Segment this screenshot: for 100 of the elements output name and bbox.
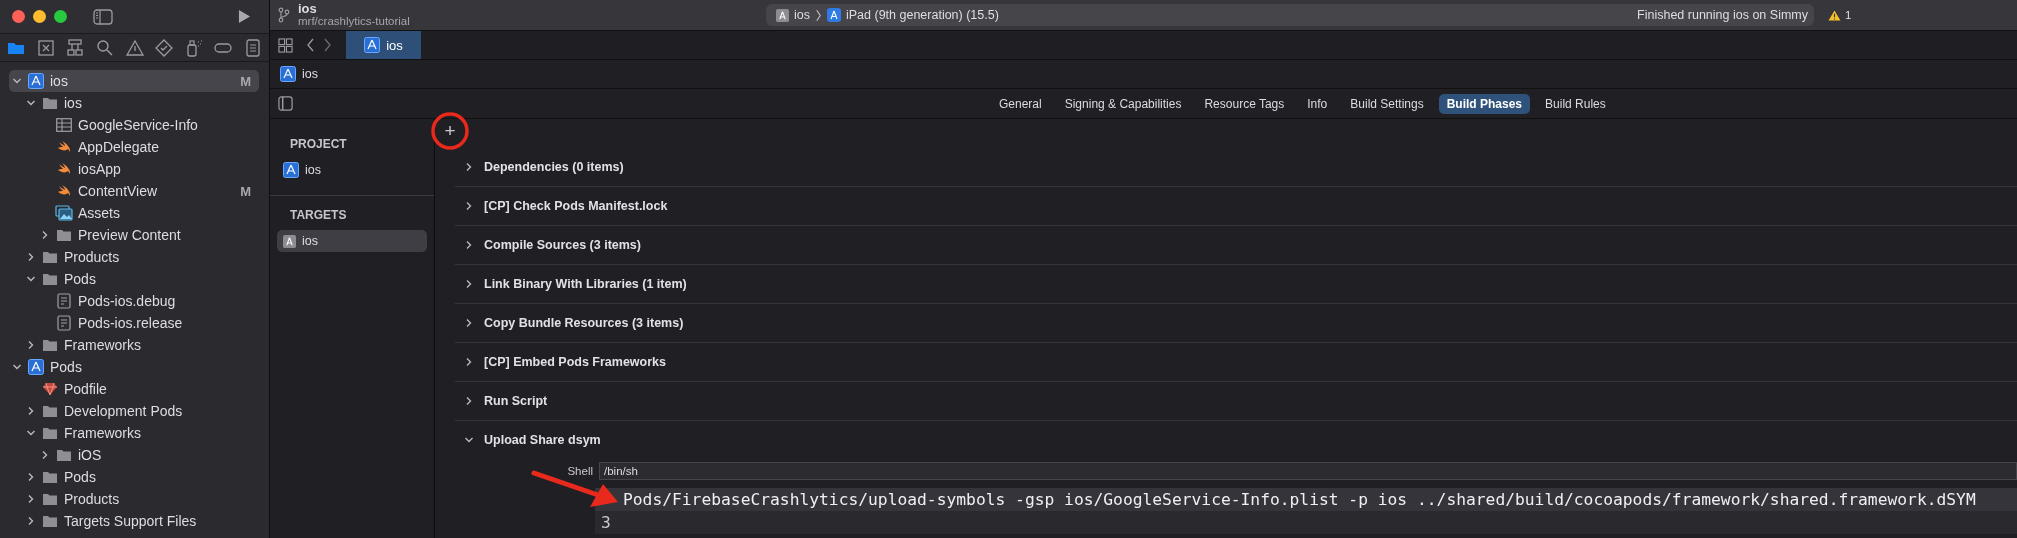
tree-item[interactable]: Assets [9, 202, 259, 224]
tree-item[interactable]: ios [9, 92, 259, 114]
zoom-button[interactable] [54, 10, 67, 23]
settings-tab[interactable]: Info [1299, 93, 1336, 114]
code-line: Pods/FirebaseCrashlytics/upload-symbols -gsp ios/GoogleService-Info.plist -p ios ../shared/build/cocoapods/framework/shared.framework.dSYM [622, 490, 1976, 509]
phase-title: [CP] Check Pods Manifest.lock [484, 199, 668, 213]
item-label: Pods [64, 271, 97, 287]
scheme-bar[interactable]: ios iPad (9th generation) (15.5) Finished running ios on Simmy [766, 4, 1814, 26]
tree-item[interactable]: Targets Support Files [9, 510, 259, 532]
breadcrumb-item[interactable]: ios [302, 67, 318, 81]
tree-item[interactable]: Pods [9, 268, 259, 290]
chevron-right-icon[interactable] [40, 230, 50, 240]
tree-item[interactable]: Pods [9, 356, 259, 378]
chevron-right-icon[interactable] [464, 240, 474, 250]
build-phase-header[interactable]: Copy Bundle Resources (3 items) [455, 304, 2017, 343]
forward-icon[interactable] [323, 38, 331, 52]
list-icon[interactable] [243, 37, 263, 58]
hierarchy-icon[interactable] [65, 37, 86, 58]
chevron-right-icon[interactable] [464, 279, 474, 289]
close-button[interactable] [12, 10, 25, 23]
settings-tab[interactable]: Signing & Capabilities [1056, 93, 1190, 114]
chevron-right-icon[interactable] [40, 450, 50, 460]
chevron-right-icon[interactable] [26, 406, 36, 416]
tree-item[interactable]: Preview Content [9, 224, 259, 246]
tree-item[interactable]: Frameworks [9, 334, 259, 356]
sidebar-toggle-icon[interactable] [278, 96, 293, 111]
minimize-button[interactable] [33, 10, 46, 23]
chevron-right-icon[interactable] [26, 494, 36, 504]
chevron-right-icon[interactable] [464, 318, 474, 328]
build-phase-header[interactable]: Dependencies (0 items) [455, 148, 2017, 187]
target-item[interactable]: ios [277, 159, 427, 181]
scheme-name[interactable]: ios [794, 8, 810, 22]
chevron-right-icon[interactable] [464, 162, 474, 172]
tree-item[interactable]: iOS [9, 444, 259, 466]
folder-icon [42, 338, 58, 352]
tree-item[interactable]: Pods-ios.debug [9, 290, 259, 312]
settings-tab[interactable]: Build Phases [1438, 93, 1531, 114]
item-label: ios [305, 163, 321, 177]
chevron-right-icon[interactable] [464, 396, 474, 406]
add-button[interactable]: + [440, 119, 460, 142]
annotation-circle [431, 112, 469, 150]
item-label: Frameworks [64, 337, 142, 353]
chevron-right-icon[interactable] [26, 340, 36, 350]
chevron-down-icon[interactable] [26, 98, 36, 108]
sidebar-toggle-icon[interactable] [93, 8, 113, 25]
tree-item[interactable]: Pods [9, 466, 259, 488]
chevron-down-icon[interactable] [26, 428, 36, 438]
document-icon [57, 315, 71, 331]
build-phase-header[interactable]: [CP] Embed Pods Frameworks [455, 343, 2017, 382]
back-icon[interactable] [307, 38, 315, 52]
play-icon[interactable] [238, 9, 251, 24]
build-phase-header[interactable]: Link Binary With Libraries (1 item) [455, 265, 2017, 304]
section-heading: TARGETS [289, 208, 348, 222]
chevron-down-icon[interactable] [464, 435, 474, 445]
search-icon[interactable] [94, 37, 115, 58]
item-label: Pods [50, 359, 83, 375]
destination-name[interactable]: iPad (9th generation) (15.5) [846, 8, 999, 22]
folder-icon [42, 250, 58, 264]
build-phase-header[interactable]: [CP] Check Pods Manifest.lock [455, 187, 2017, 226]
settings-tab[interactable]: Build Settings [1342, 93, 1432, 114]
tree-item[interactable]: GoogleService-Info [9, 114, 259, 136]
chevron-right-icon[interactable] [26, 516, 36, 526]
settings-tab[interactable]: General [991, 93, 1050, 114]
shell-field[interactable]: /bin/sh [599, 462, 2017, 480]
settings-tab[interactable]: Resource Tags [1196, 93, 1293, 114]
build-phase-header[interactable]: Compile Sources (3 items) [455, 226, 2017, 265]
tree-item[interactable]: AppDelegate [9, 136, 259, 158]
build-phase-header[interactable]: Run Script [455, 382, 2017, 421]
crossed-box-icon[interactable] [35, 37, 56, 58]
warning-icon[interactable] [1828, 9, 1841, 21]
chevron-down-icon[interactable] [12, 362, 22, 372]
tree-item[interactable]: iosApp [9, 158, 259, 180]
tree-item[interactable]: Pods-ios.release [9, 312, 259, 334]
chevron-right-icon[interactable] [26, 252, 36, 262]
tree-item[interactable]: Products [9, 246, 259, 268]
diamond-icon[interactable] [154, 37, 175, 58]
item-label: Frameworks [64, 425, 142, 441]
tree-item[interactable]: ContentView M [9, 180, 259, 202]
tree-item[interactable]: Development Pods [9, 400, 259, 422]
tree-item[interactable]: ios M [9, 70, 259, 92]
folder-icon [56, 448, 72, 462]
phase-title: Upload Share dsym [484, 433, 601, 447]
settings-tab[interactable]: Build Rules [1537, 93, 1614, 114]
item-label: Development Pods [64, 403, 184, 419]
chevron-right-icon[interactable] [464, 357, 474, 367]
tree-item[interactable]: Podfile [9, 378, 259, 400]
warning-count[interactable]: 1 [1845, 9, 1852, 21]
target-item[interactable]: ios [277, 230, 427, 252]
tree-item[interactable]: Products [9, 488, 259, 510]
chevron-right-icon[interactable] [464, 201, 474, 211]
build-phase-header[interactable]: Upload Share dsym [455, 421, 2017, 459]
chevron-right-icon[interactable] [26, 472, 36, 482]
editor-tab[interactable]: ios [346, 31, 421, 59]
tree-item[interactable]: Frameworks [9, 422, 259, 444]
grid-icon[interactable] [278, 37, 293, 53]
section-heading: PROJECT [289, 137, 348, 151]
folder-icon [42, 404, 58, 418]
script-editor[interactable]: Pods/FirebaseCrashlytics/upload-symbols -gsp ios/GoogleService-Info.plist -p ios ../shared/build/cocoapods/framework/shared.framework.dSYM 3 [595, 488, 2017, 534]
chevron-down-icon[interactable] [12, 76, 22, 86]
chevron-down-icon[interactable] [26, 274, 36, 284]
